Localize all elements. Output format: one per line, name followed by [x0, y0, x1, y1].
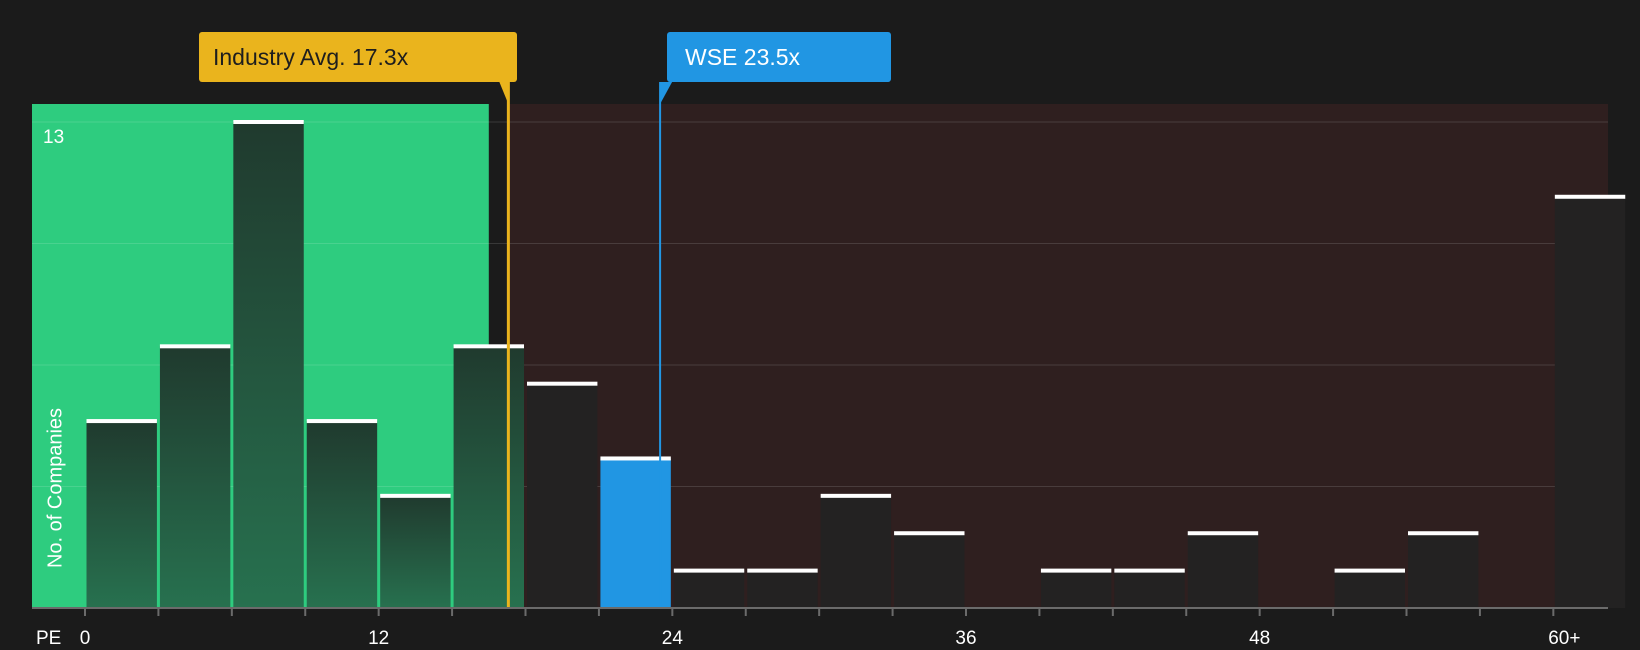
- bar-cap-0: [86, 419, 157, 424]
- bar-2: [233, 122, 304, 608]
- bar-cap-10: [820, 493, 892, 498]
- bar-cap-2: [233, 120, 304, 124]
- bar-0: [86, 421, 157, 608]
- bar-cap-6: [527, 381, 598, 386]
- bar-4: [380, 495, 451, 608]
- bar-cap-1: [159, 344, 231, 349]
- y-axis-title: No. of Companies: [44, 407, 67, 569]
- bar-cap-9: [747, 568, 818, 573]
- company-callout-pointer: [660, 82, 673, 104]
- bar-11: [894, 533, 965, 608]
- bar-cap-20: [1554, 194, 1626, 199]
- x-axis-title: PE: [36, 628, 62, 649]
- company-pe-callout: WSE 23.5x: [667, 32, 891, 82]
- bar-17: [1334, 570, 1405, 608]
- x-tick-label: 24: [661, 628, 683, 649]
- x-tick-label: 60+: [1548, 628, 1581, 649]
- pe-histogram-chart: [32, 82, 1626, 616]
- bar-1: [159, 346, 231, 608]
- bar-cap-18: [1408, 531, 1479, 536]
- x-axis: [32, 607, 1608, 616]
- bar-cap-11: [894, 531, 965, 536]
- bar-5: [453, 346, 524, 608]
- bar-cap-8: [673, 568, 745, 573]
- bar-18: [1408, 533, 1479, 608]
- bar-6: [527, 383, 598, 608]
- bar-8: [673, 570, 745, 608]
- bar-cap-15: [1187, 531, 1259, 536]
- bar-cap-3: [306, 419, 378, 424]
- bar-13: [1040, 570, 1112, 608]
- x-tick-label: 36: [955, 628, 977, 649]
- bar-cap-14: [1114, 568, 1185, 573]
- bar-cap-5: [453, 344, 524, 349]
- bar-3: [306, 421, 378, 608]
- x-tick-label: 12: [368, 628, 390, 649]
- bar-9: [747, 570, 818, 608]
- x-tick-label: 0: [79, 628, 91, 649]
- bar-cap-13: [1040, 568, 1112, 573]
- bar-cap-17: [1334, 568, 1405, 573]
- industry-average-callout: Industry Avg. 17.3x: [199, 32, 517, 82]
- bar-10: [820, 495, 892, 608]
- x-tick-label: 48: [1249, 628, 1271, 649]
- bar-20: [1554, 196, 1626, 608]
- y-tick-label-max: 13: [43, 127, 65, 148]
- bar-15: [1187, 533, 1259, 608]
- bar-cap-4: [380, 493, 451, 498]
- bar-14: [1114, 570, 1185, 608]
